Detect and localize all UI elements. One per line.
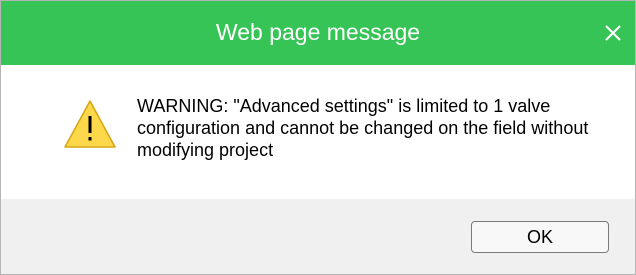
- warning-message: WARNING: "Advanced settings" is limited …: [137, 96, 589, 160]
- web-page-message-dialog: Web page message WARNING: "Advanced sett…: [0, 0, 636, 275]
- close-icon[interactable]: [599, 19, 627, 47]
- button-bar: OK: [1, 199, 635, 274]
- message-area: WARNING: "Advanced settings" is limited …: [1, 65, 635, 199]
- close-icon-glyph: [605, 25, 621, 41]
- ok-button[interactable]: OK: [471, 221, 609, 253]
- title-bar: Web page message: [1, 1, 635, 65]
- dialog-title: Web page message: [215, 19, 421, 45]
- warning-icon: [63, 99, 117, 149]
